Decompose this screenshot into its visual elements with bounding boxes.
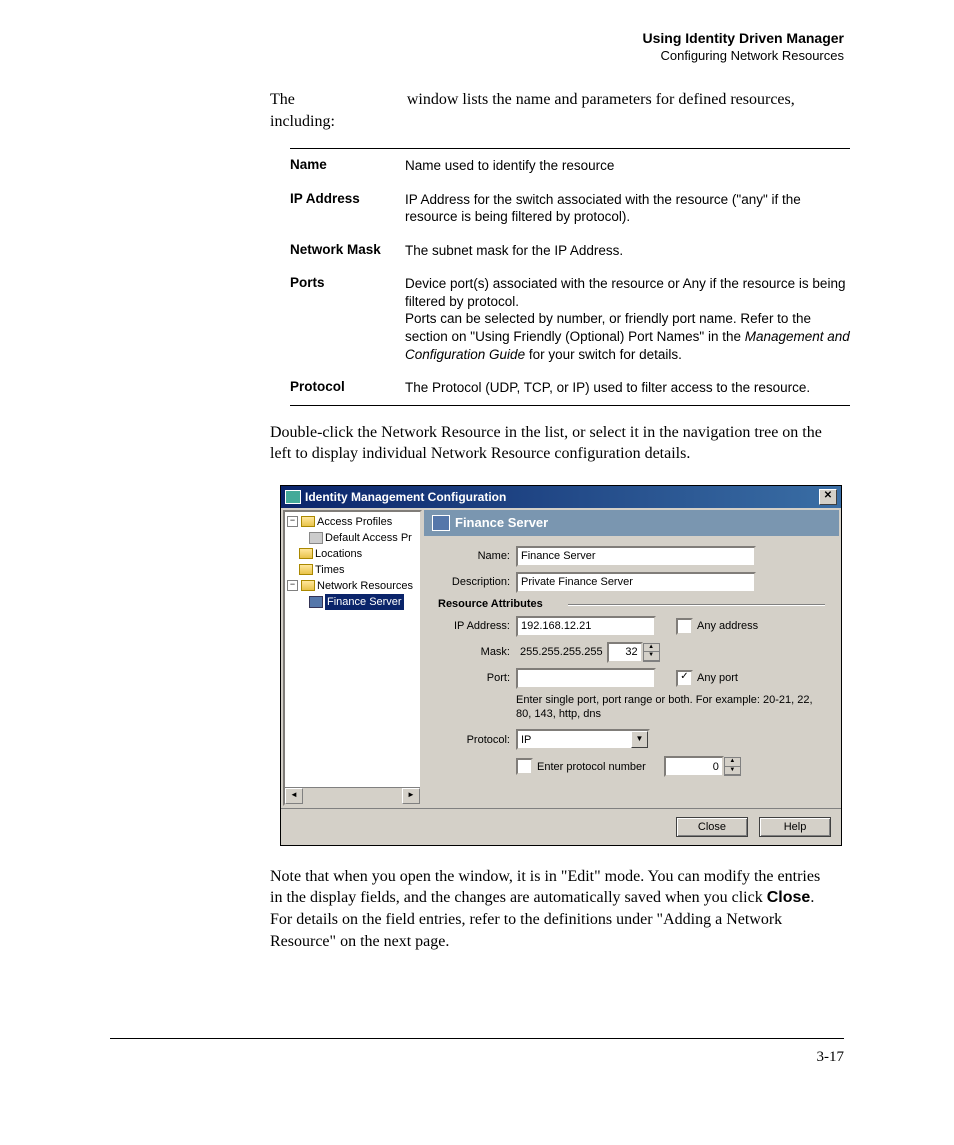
- protocol-label: Protocol:: [438, 734, 516, 746]
- table-row: Network Mask The subnet mask for the IP …: [290, 234, 850, 268]
- tree-node-locations[interactable]: Locations: [287, 546, 418, 562]
- page-header: Using Identity Driven Manager Configurin…: [110, 30, 844, 63]
- app-icon: [285, 490, 301, 504]
- spinner-up-icon[interactable]: ▲: [725, 758, 740, 767]
- table-row: Ports Device port(s) associated with the…: [290, 267, 850, 371]
- table-row: Protocol The Protocol (UDP, TCP, or IP) …: [290, 371, 850, 405]
- def-term: Name: [290, 157, 405, 175]
- table-row: Name Name used to identify the resource: [290, 149, 850, 183]
- def-term: Ports: [290, 275, 405, 363]
- collapse-icon[interactable]: −: [287, 516, 298, 527]
- folder-icon: [301, 580, 315, 591]
- button-row: Close Help: [281, 808, 841, 845]
- spinner-down-icon[interactable]: ▼: [644, 652, 659, 661]
- def-term: Protocol: [290, 379, 405, 397]
- mask-spinner[interactable]: ▲▼: [643, 643, 660, 662]
- description-label: Description:: [438, 576, 516, 588]
- folder-icon: [299, 548, 313, 559]
- tree-node-finance-server[interactable]: Finance Server: [287, 594, 418, 610]
- page-number: 3-17: [0, 1049, 844, 1066]
- definitions-table: Name Name used to identify the resource …: [290, 148, 850, 405]
- def-desc: The subnet mask for the IP Address.: [405, 242, 850, 260]
- window-title: Identity Management Configuration: [305, 490, 506, 504]
- def-term: IP Address: [290, 191, 405, 226]
- spinner-up-icon[interactable]: ▲: [644, 644, 659, 653]
- close-bold: Close: [767, 889, 811, 906]
- name-label: Name:: [438, 550, 516, 562]
- ip-address-field[interactable]: [516, 616, 656, 637]
- table-row: IP Address IP Address for the switch ass…: [290, 183, 850, 234]
- port-label: Port:: [438, 672, 516, 684]
- protocol-spinner[interactable]: ▲▼: [724, 757, 741, 776]
- mask-label: Mask:: [438, 646, 516, 658]
- spinner-down-icon[interactable]: ▼: [725, 767, 740, 776]
- header-subtitle: Configuring Network Resources: [110, 48, 844, 63]
- horizontal-scrollbar[interactable]: ◄ ►: [285, 787, 420, 804]
- intro-suffix: window lists the name and parameters for…: [270, 91, 795, 130]
- any-address-checkbox[interactable]: Any address: [676, 618, 758, 635]
- tree-node-default-access[interactable]: Default Access Pr: [287, 530, 418, 546]
- mask-bits-field[interactable]: [607, 642, 643, 663]
- close-button[interactable]: Close: [676, 817, 748, 837]
- enter-protocol-checkbox[interactable]: Enter protocol number: [516, 758, 646, 775]
- description-field[interactable]: [516, 572, 756, 593]
- def-desc: Device port(s) associated with the resou…: [405, 275, 850, 363]
- port-field[interactable]: [516, 668, 656, 689]
- port-hint: Enter single port, port range or both. F…: [516, 694, 825, 722]
- app-window: Identity Management Configuration ✕ − Ac…: [280, 485, 842, 846]
- profile-icon: [309, 532, 323, 544]
- collapse-icon[interactable]: −: [287, 580, 298, 591]
- footer-rule: [110, 1038, 844, 1039]
- panel-title: Finance Server: [455, 515, 548, 530]
- resource-icon: [309, 596, 323, 608]
- folder-icon: [299, 564, 313, 575]
- tree-node-times[interactable]: Times: [287, 562, 418, 578]
- panel-header: Finance Server: [424, 510, 839, 536]
- checkbox-icon[interactable]: ✓: [676, 670, 693, 687]
- detail-panel: Finance Server Name: Description: Resour…: [424, 510, 839, 806]
- protocol-dropdown[interactable]: IP ▼: [516, 729, 650, 750]
- def-desc: The Protocol (UDP, TCP, or IP) used to f…: [405, 379, 850, 397]
- resource-attributes-label: Resource Attributes: [438, 598, 825, 610]
- scroll-right-icon[interactable]: ►: [402, 788, 420, 804]
- titlebar[interactable]: Identity Management Configuration ✕: [281, 486, 841, 508]
- ip-label: IP Address:: [438, 620, 516, 632]
- intro-prefix: The: [270, 91, 295, 108]
- name-field[interactable]: [516, 546, 756, 567]
- intro-paragraph: The window lists the name and parameters…: [270, 89, 834, 132]
- help-button[interactable]: Help: [759, 817, 831, 837]
- mask-value: 255.255.255.255: [516, 646, 607, 658]
- any-port-checkbox[interactable]: ✓ Any port: [676, 670, 738, 687]
- header-title: Using Identity Driven Manager: [110, 30, 844, 46]
- def-desc: IP Address for the switch associated wit…: [405, 191, 850, 226]
- checkbox-icon[interactable]: [676, 618, 693, 635]
- folder-icon: [301, 516, 315, 527]
- def-desc: Name used to identify the resource: [405, 157, 850, 175]
- protocol-number-field[interactable]: [664, 756, 724, 777]
- resource-icon: [432, 515, 450, 531]
- mid-paragraph: Double-click the Network Resource in the…: [270, 422, 834, 465]
- def-term: Network Mask: [290, 242, 405, 260]
- note-paragraph: Note that when you open the window, it i…: [270, 866, 834, 952]
- tree-node-access-profiles[interactable]: − Access Profiles: [287, 514, 418, 530]
- close-icon[interactable]: ✕: [819, 489, 837, 505]
- tree-panel[interactable]: − Access Profiles Default Access Pr Loca…: [283, 510, 422, 806]
- tree-node-network-resources[interactable]: − Network Resources: [287, 578, 418, 594]
- scroll-left-icon[interactable]: ◄: [285, 788, 303, 804]
- checkbox-icon[interactable]: [516, 758, 533, 775]
- chevron-down-icon[interactable]: ▼: [631, 731, 648, 748]
